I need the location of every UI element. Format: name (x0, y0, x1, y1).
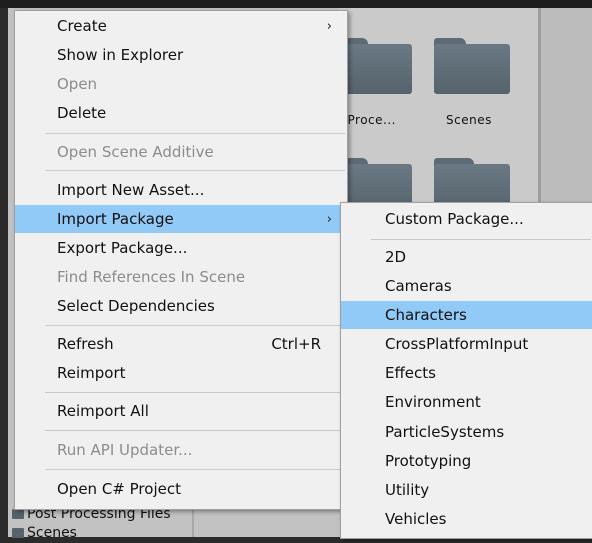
menu-separator (45, 170, 345, 171)
menu-item-delete[interactable]: Delete (15, 99, 347, 127)
menu-item-create[interactable]: Create › (15, 12, 347, 40)
menu-separator (45, 392, 345, 393)
submenu-item-effects[interactable]: Effects (341, 359, 592, 387)
menu-separator (45, 325, 345, 326)
menu-item-open[interactable]: Open (15, 70, 347, 98)
folder-icon (12, 509, 24, 519)
menu-item-reimport[interactable]: Reimport (15, 359, 347, 387)
tree-item-scenes[interactable]: Scenes (8, 523, 190, 543)
menu-item-import-new-asset[interactable]: Import New Asset... (15, 176, 347, 204)
menu-item-import-package[interactable]: Import Package › (15, 205, 347, 233)
submenu-item-prototyping[interactable]: Prototyping (341, 447, 592, 475)
menu-separator (45, 133, 345, 134)
submenu-item-crossplatforminput[interactable]: CrossPlatformInput (341, 330, 592, 358)
menu-item-export-package[interactable]: Export Package... (15, 234, 347, 262)
chevron-right-icon: › (326, 211, 332, 227)
context-menu: Create › Show in Explorer Open Delete Op… (14, 10, 348, 510)
menu-item-find-references-in-scene[interactable]: Find References In Scene (15, 263, 347, 291)
menu-separator (45, 430, 345, 431)
menu-separator (45, 469, 345, 470)
menu-item-select-dependencies[interactable]: Select Dependencies (15, 292, 347, 320)
submenu-item-characters[interactable]: Characters (341, 301, 592, 329)
menu-item-open-scene-additive[interactable]: Open Scene Additive (15, 138, 347, 166)
chevron-right-icon: › (326, 18, 332, 34)
shortcut-label: Ctrl+R (271, 335, 321, 353)
menu-item-show-in-explorer[interactable]: Show in Explorer (15, 41, 347, 69)
submenu-item-custom-package[interactable]: Custom Package... (341, 205, 592, 233)
import-package-submenu: Custom Package... 2D Cameras Characters … (340, 202, 592, 539)
menu-item-run-api-updater[interactable]: Run API Updater... (15, 436, 347, 464)
submenu-item-cameras[interactable]: Cameras (341, 272, 592, 300)
menu-item-open-csharp-project[interactable]: Open C# Project (15, 475, 347, 503)
folder-label: Scenes (446, 113, 492, 127)
asset-browser-scroll-area (541, 8, 592, 213)
window-top-strip (0, 0, 592, 8)
submenu-item-environment[interactable]: Environment (341, 388, 592, 416)
asset-browser: t Proce... Scenes (336, 8, 541, 214)
menu-item-refresh[interactable]: Refresh Ctrl+R (15, 330, 347, 358)
submenu-item-utility[interactable]: Utility (341, 476, 592, 504)
menu-separator (371, 239, 591, 240)
submenu-item-particlesystems[interactable]: ParticleSystems (341, 418, 592, 446)
submenu-item-vehicles[interactable]: Vehicles (341, 505, 592, 533)
submenu-item-2d[interactable]: 2D (341, 243, 592, 271)
menu-item-reimport-all[interactable]: Reimport All (15, 397, 347, 425)
